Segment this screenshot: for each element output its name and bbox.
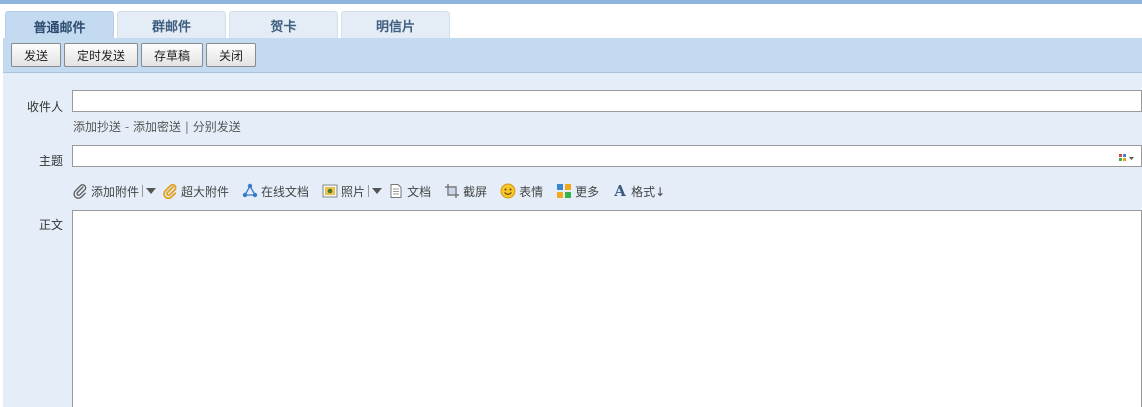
dropdown-separator xyxy=(368,185,370,197)
format-tool[interactable]: A 格式↓ xyxy=(612,183,665,200)
document-icon xyxy=(388,183,404,199)
paperclip-icon xyxy=(72,183,88,199)
save-draft-button[interactable]: 存草稿 xyxy=(141,43,203,67)
compose-form: 收件人 添加抄送 - 添加密送 | 分别发送 主题 添加附件 超大附件 在线文档… xyxy=(3,73,1142,407)
large-attachment-icon xyxy=(162,183,178,200)
online-doc-label: 在线文档 xyxy=(261,184,310,199)
dropdown-separator xyxy=(142,185,144,197)
photo-dropdown-arrow-icon[interactable] xyxy=(372,188,383,194)
link-dash-separator: - xyxy=(124,120,130,134)
send-button[interactable]: 发送 xyxy=(11,43,61,67)
screenshot-tool[interactable]: 截屏 xyxy=(444,183,487,200)
screenshot-icon xyxy=(444,183,460,199)
document-tool[interactable]: 文档 xyxy=(388,183,431,200)
add-attachment-label: 添加附件 xyxy=(91,184,140,199)
add-attachment-tool[interactable]: 添加附件 xyxy=(72,183,157,200)
online-doc-tool[interactable]: 在线文档 xyxy=(242,183,309,200)
compose-toolbar: 发送 定时发送 存草稿 关闭 xyxy=(3,38,1142,73)
body-label: 正文 xyxy=(38,218,63,232)
large-attachment-tool[interactable]: 超大附件 xyxy=(162,183,229,200)
subject-label: 主题 xyxy=(38,154,63,168)
subject-input[interactable] xyxy=(72,145,1142,167)
online-doc-icon xyxy=(242,183,258,199)
document-label: 文档 xyxy=(407,184,432,199)
more-tool[interactable]: 更多 xyxy=(556,183,599,200)
format-label: 格式↓ xyxy=(631,184,666,199)
format-icon: A xyxy=(614,182,626,200)
photo-icon xyxy=(322,183,338,199)
attachment-toolbar: 添加附件 超大附件 在线文档 照片 文档 截屏 表情 更多 A 格式↓ xyxy=(72,181,678,201)
subject-tag-picker-icon[interactable] xyxy=(1119,152,1135,161)
emoji-label: 表情 xyxy=(519,184,544,199)
add-cc-link[interactable]: 添加抄送 xyxy=(73,120,121,134)
to-input[interactable] xyxy=(72,90,1142,112)
more-icon xyxy=(556,183,572,199)
screenshot-label: 截屏 xyxy=(463,184,488,199)
link-pipe-separator: | xyxy=(184,120,189,134)
close-button[interactable]: 关闭 xyxy=(206,43,256,67)
large-attachment-label: 超大附件 xyxy=(181,184,230,199)
tab-postcard[interactable]: 明信片 xyxy=(341,11,450,39)
tab-group-mail[interactable]: 群邮件 xyxy=(117,11,226,39)
add-bcc-link[interactable]: 添加密送 xyxy=(133,120,181,134)
tab-normal-mail[interactable]: 普通邮件 xyxy=(5,11,114,40)
photo-label: 照片 xyxy=(341,184,366,199)
emoji-tool[interactable]: 表情 xyxy=(500,183,543,200)
to-label: 收件人 xyxy=(26,100,63,114)
attachment-dropdown-arrow-icon[interactable] xyxy=(146,188,157,194)
scheduled-send-button[interactable]: 定时发送 xyxy=(64,43,138,67)
tab-greeting-card[interactable]: 贺卡 xyxy=(229,11,338,39)
separate-send-link[interactable]: 分别发送 xyxy=(193,120,241,134)
smiley-icon xyxy=(500,183,516,199)
photo-tool[interactable]: 照片 xyxy=(322,183,383,200)
more-label: 更多 xyxy=(575,184,600,199)
recipient-links: 添加抄送 - 添加密送 | 分别发送 xyxy=(73,118,241,135)
compose-type-tabs: 普通邮件 群邮件 贺卡 明信片 xyxy=(0,4,1142,40)
body-editor[interactable] xyxy=(72,210,1142,407)
